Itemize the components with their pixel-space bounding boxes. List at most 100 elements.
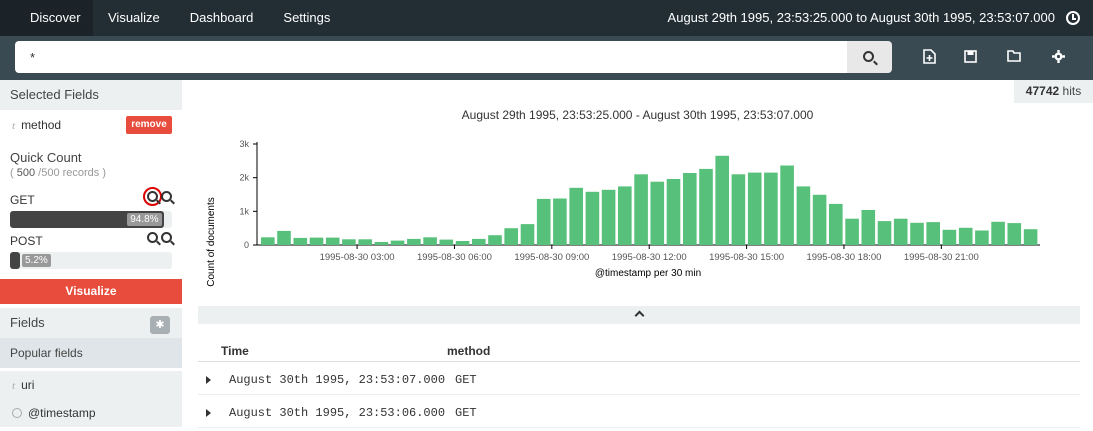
term-percent-badge: 5.2% [22,254,51,267]
table-row[interactable]: August 30th 1995, 23:53:06.000 GET [198,395,1080,428]
table-row[interactable]: August 30th 1995, 23:53:07.000 GET [198,362,1080,395]
cell-method: GET [455,406,477,420]
histogram-bar [780,165,794,245]
popular-field-timestamp[interactable]: @timestamp [0,399,182,427]
histogram-bar [699,168,713,245]
cell-method: GET [455,373,477,387]
histogram-bar [975,230,989,245]
field-name: method [21,118,62,132]
selected-field-method[interactable]: t method remove [0,110,182,140]
histogram-bar [585,191,600,245]
histogram-bar [520,224,535,245]
histogram-bar [536,198,551,245]
chevron-up-icon [634,310,644,321]
search-button[interactable] [847,41,892,73]
term-post: POST 5.2% [10,232,172,269]
histogram-bar [488,235,502,245]
top-nav: Discover Visualize Dashboard Settings Au… [0,0,1093,36]
histogram-bar [504,228,518,245]
term-get: GET 94.8% [10,187,172,228]
histogram-bar [845,218,859,245]
field-settings-gear-icon[interactable]: ✱ [150,316,170,334]
search-input[interactable] [15,41,847,73]
expand-caret-icon[interactable] [206,376,211,384]
time-range-picker[interactable]: August 29th 1995, 23:53:25.000 to August… [668,0,1055,36]
hits-counter: 47742 hits [1014,80,1093,103]
expand-caret-icon[interactable] [206,409,211,417]
clock-icon[interactable] [1066,11,1080,25]
record-count: 500 [16,167,36,179]
histogram-bar [325,237,340,245]
cell-time: August 30th 1995, 23:53:06.000 [229,406,446,420]
column-header-method[interactable]: method [447,344,490,358]
histogram-bar [747,172,762,245]
fields-heading: Fields ✱ [0,308,182,338]
histogram-bar [374,242,389,245]
histogram-bar [1007,223,1022,245]
quick-count-subtitle: ( 500 /500 records ) [10,167,107,179]
histogram-bar [309,237,324,245]
x-tick-label: 1995-08-30 21:00 [904,252,979,263]
histogram-bar [926,222,940,245]
table-header: Time method [198,344,1080,362]
string-type-icon: t [12,380,16,392]
tab-visualize[interactable]: Visualize [93,0,175,36]
string-type-icon: t [12,120,16,132]
term-bar-fill [10,252,20,269]
histogram-bar [666,179,681,245]
histogram-bar [342,239,356,245]
histogram-bar [277,230,291,245]
x-tick-label: 1995-08-30 15:00 [709,252,784,263]
histogram-bar [893,218,908,245]
term-bar-track: 94.8% [10,211,172,228]
selected-fields-heading: Selected Fields [0,80,182,110]
tab-settings[interactable]: Settings [268,0,345,36]
histogram-bar [634,174,648,245]
main-panel: 47742 hits August 29th 1995, 23:53:25.00… [182,80,1093,431]
histogram-bar [731,174,746,245]
popular-field-uri[interactable]: t uri [0,371,182,399]
histogram-bar [958,227,973,245]
zoom-out-filter-icon[interactable] [161,232,172,243]
visualize-button[interactable]: Visualize [0,279,182,304]
zoom-in-filter-icon[interactable] [143,187,162,206]
cell-time: August 30th 1995, 23:53:07.000 [229,373,446,387]
clock-type-icon [12,408,22,418]
new-document-icon[interactable] [921,48,937,64]
collapse-chart-toggle[interactable] [198,306,1080,324]
open-folder-icon[interactable] [1006,48,1022,64]
histogram-bar [683,173,697,245]
histogram-bar [796,186,811,245]
x-tick-label: 1995-08-30 06:00 [417,252,492,263]
column-header-time[interactable]: Time [221,344,249,358]
y-tick-label: 2k [239,173,249,183]
histogram-bar [812,194,827,245]
remove-button[interactable]: remove [126,116,172,134]
search-bar [0,36,1093,80]
y-axis-label: Count of documents [206,197,217,287]
y-tick-label: 1k [239,206,249,216]
histogram-bar [650,181,665,245]
sidebar: Selected Fields t method remove Quick Cou… [0,80,182,431]
histogram-bar [861,210,876,245]
quick-count-panel: Quick Count ( 500 /500 records ) GET 94.… [0,140,182,269]
search-icon [863,50,878,65]
term-bar-track: 5.2% [10,252,172,269]
tab-discover[interactable]: Discover [0,0,93,36]
histogram-bar [407,238,421,245]
histogram-bar [764,172,778,245]
histogram-chart[interactable]: Count of documents @timestamp per 30 min… [182,128,1093,328]
histogram-bar [829,203,843,245]
gear-icon[interactable] [1050,48,1066,64]
tab-dashboard[interactable]: Dashboard [175,0,269,36]
save-icon[interactable] [962,48,978,64]
y-tick-label: 3k [239,139,249,149]
histogram-bar [261,237,275,245]
zoom-out-filter-icon[interactable] [161,191,172,202]
histogram-bar [991,221,1005,245]
histogram-bar [358,239,372,245]
histogram-bar [569,187,583,245]
zoom-in-filter-icon[interactable] [147,232,158,243]
x-tick-label: 1995-08-30 03:00 [320,252,395,263]
histogram-bar [618,186,632,245]
